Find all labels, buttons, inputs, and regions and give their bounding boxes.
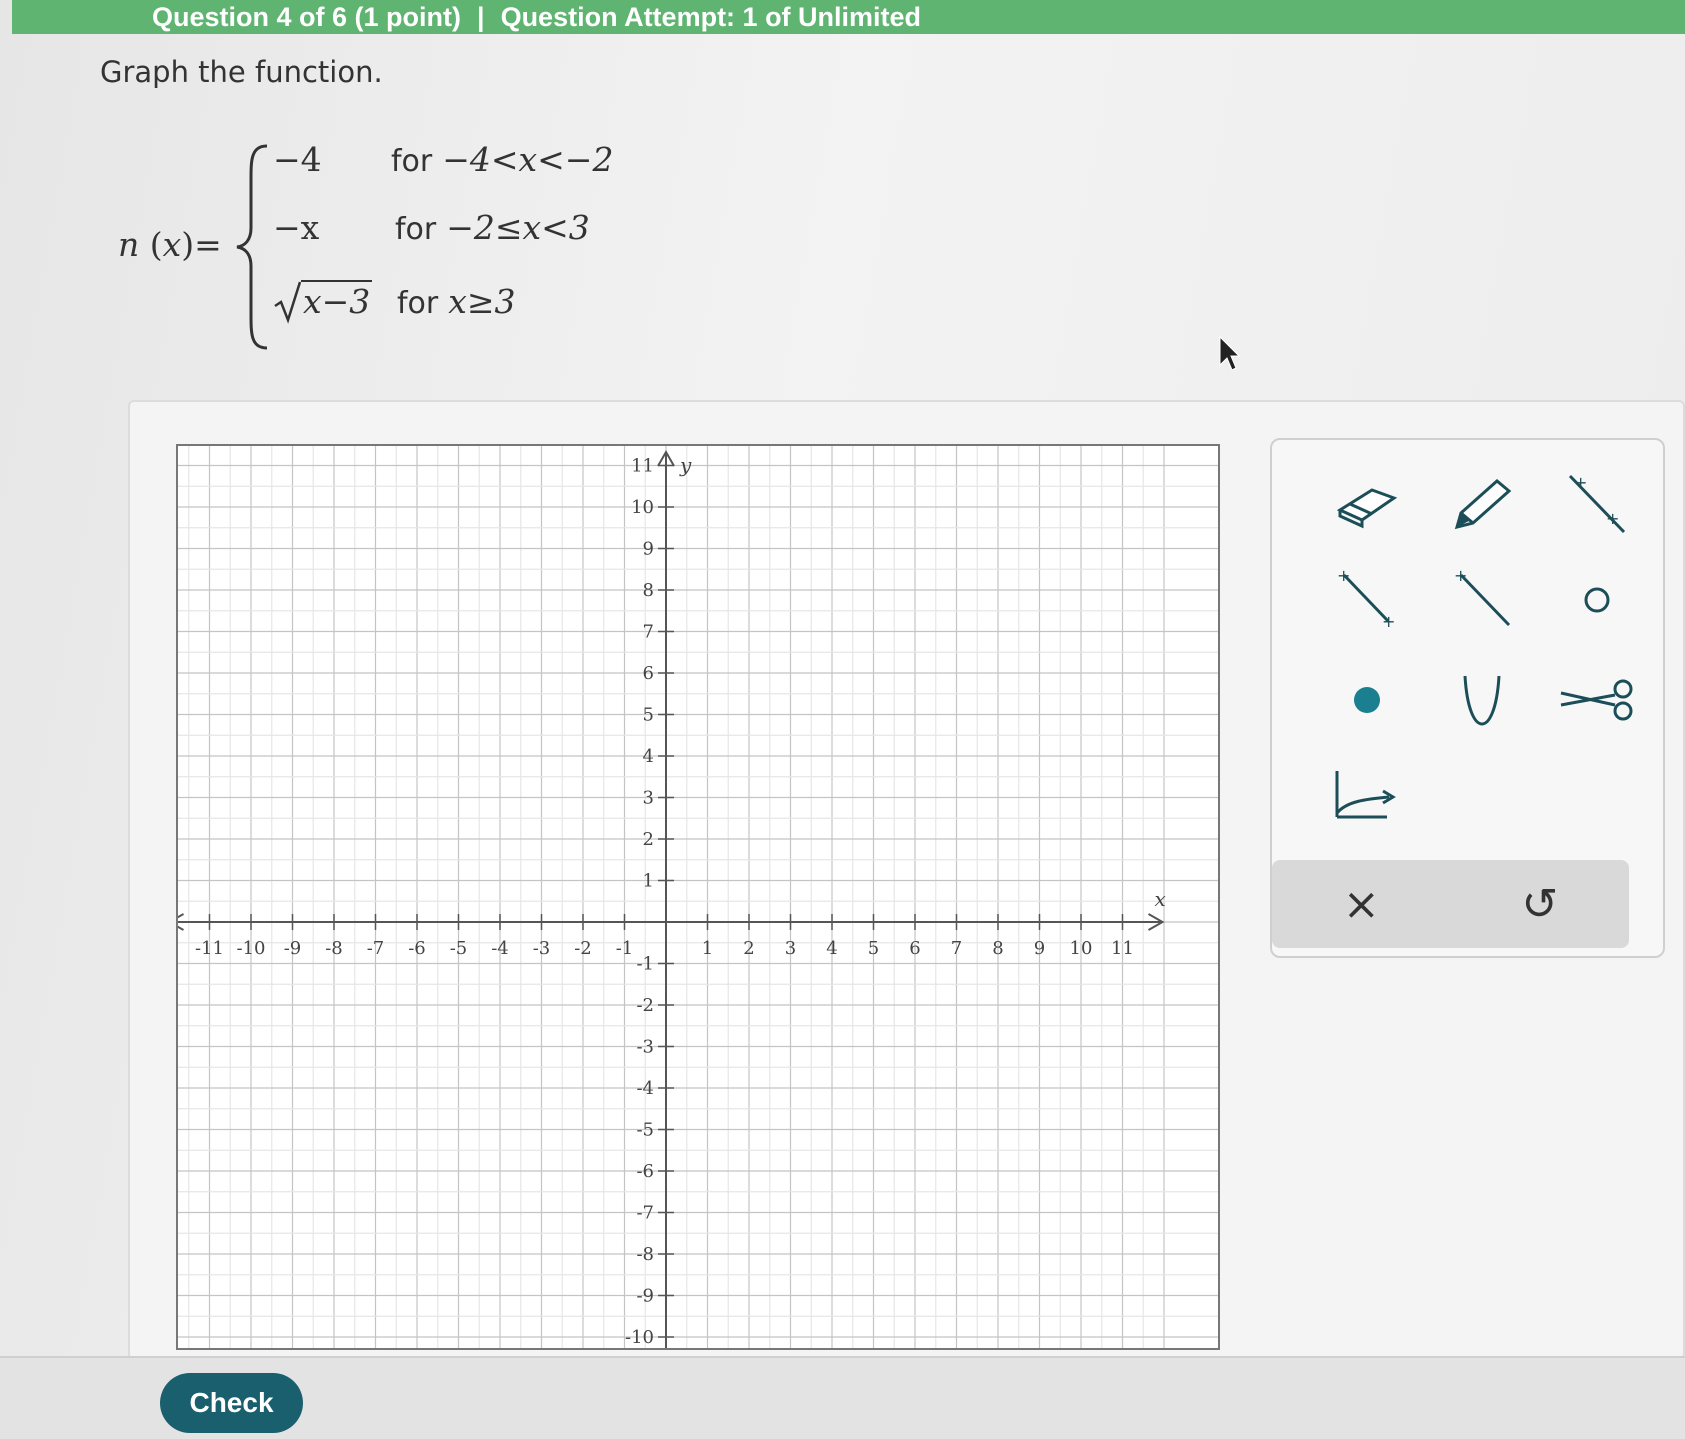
x-tick-label: -1 (616, 938, 634, 959)
scissors-tool[interactable] (1542, 655, 1652, 745)
instruction-text: Graph the function. (100, 55, 383, 89)
piece-3-condition: x≥3 (448, 282, 516, 321)
x-tick-label: 9 (1034, 938, 1045, 959)
toolbox-actions: × ↺ (1272, 860, 1629, 948)
brace-icon (236, 144, 268, 350)
y-tick-label: 11 (631, 456, 654, 477)
open-circle-icon (1584, 587, 1610, 613)
line-tool[interactable]: + + (1542, 460, 1652, 550)
x-tick-label: -5 (450, 938, 468, 959)
x-tick-label: -8 (325, 938, 343, 959)
closed-point-tool[interactable] (1312, 655, 1422, 745)
open-point-tool[interactable] (1542, 555, 1652, 645)
check-button[interactable]: Check (160, 1373, 303, 1433)
sqrt-icon (274, 281, 302, 324)
x-tick-label: -7 (367, 938, 385, 959)
y-tick-label: -1 (636, 954, 654, 975)
coordinate-plane[interactable]: -11 -10 -9 -8 -7 -6 -5 -4 -3 -2 -1 1 2 3 4 5 6 7 8 9 10 11 11 1… (167, 444, 1220, 1350)
x-tick-label: 6 (909, 938, 920, 959)
x-axis-label: x (1155, 887, 1166, 911)
x-tick-label: -3 (533, 938, 551, 959)
clear-button[interactable]: × (1301, 864, 1421, 944)
scissors-icon (1560, 679, 1633, 721)
y-tick-label: 4 (643, 746, 654, 767)
segment-tool[interactable]: + + (1312, 555, 1422, 645)
question-header: Question 4 of 6 (1 point) | Question Att… (12, 0, 1685, 34)
eraser-icon (1336, 488, 1398, 529)
x-tick-label: 5 (868, 938, 879, 959)
y-tick-label: -6 (636, 1161, 654, 1182)
x-tick-label: 1 (702, 938, 713, 959)
pencil-icon (1454, 479, 1512, 530)
x-tick-label: -4 (491, 938, 509, 959)
x-tick-label: 11 (1111, 938, 1134, 959)
y-tick-label: -3 (636, 1037, 654, 1058)
pencil-tool[interactable] (1427, 460, 1537, 550)
graph-canvas[interactable]: -11 -10 -9 -8 -7 -6 -5 -4 -3 -2 -1 1 2 3 4 5 6 7 8 9 10 11111… (167, 446, 1218, 1348)
sqrt-curve-tool[interactable] (1312, 750, 1422, 840)
svg-text:+: + (1382, 612, 1395, 631)
piece-2-expression: −x (273, 208, 320, 247)
x-tick-label: 7 (951, 938, 962, 959)
curve-icon (1463, 675, 1501, 726)
svg-text:+: + (1574, 473, 1587, 492)
piece-2-condition: −2≤x<3 (446, 208, 590, 247)
svg-text:+: + (1337, 566, 1350, 585)
piece-1-condition: −4<x<−2 (442, 140, 614, 179)
mouse-cursor-icon (1219, 335, 1240, 371)
y-tick-label: 5 (643, 705, 654, 726)
question-attempt: Question Attempt: 1 of Unlimited (500, 1, 922, 32)
y-tick-label: -7 (636, 1203, 654, 1224)
segment-icon: + + (1337, 566, 1395, 631)
y-tick-label: 3 (643, 788, 654, 809)
y-tick-label: -2 (636, 995, 654, 1016)
closed-circle-icon (1354, 687, 1380, 713)
y-tick-label: 1 (643, 871, 654, 892)
y-tick-label: -10 (625, 1327, 654, 1348)
piece-1-expression: −4 (273, 140, 322, 179)
question-number: Question 4 of 6 (1 point) (152, 1, 461, 32)
x-tick-label: 10 (1070, 938, 1093, 959)
svg-text:+: + (1454, 566, 1467, 585)
x-tick-label: -10 (237, 938, 266, 959)
function-lhs: n (x)= (118, 225, 222, 264)
undo-button[interactable]: ↺ (1480, 864, 1600, 944)
x-tick-label: -11 (195, 938, 224, 959)
y-tick-label: -4 (636, 1078, 654, 1099)
svg-text:+: + (1606, 509, 1619, 528)
y-axis-label: y (679, 453, 692, 477)
curve-tool[interactable] (1427, 655, 1537, 745)
x-tick-label: 8 (992, 938, 1003, 959)
x-tick-label: -2 (574, 938, 592, 959)
x-tick-label: 2 (743, 938, 754, 959)
y-tick-label: 9 (643, 539, 654, 560)
y-tick-label: 6 (643, 663, 654, 684)
y-tick-label: 2 (643, 829, 654, 850)
piecewise-formula: n (x)= −4 for −4<x<−2 −x for −2≤x<3 x−3 fo… (118, 140, 678, 355)
header-separator: | (477, 1, 485, 32)
line-icon: + + (1568, 473, 1626, 534)
y-tick-label: -5 (636, 1120, 654, 1141)
x-tick-label: -6 (408, 938, 426, 959)
y-tick-label: -8 (636, 1244, 654, 1265)
ray-icon: + (1454, 566, 1511, 627)
x-tick-label: -9 (284, 938, 302, 959)
y-tick-label: 8 (643, 580, 654, 601)
x-tick-label: 4 (826, 938, 837, 959)
sqrt-curve-icon (1335, 771, 1396, 819)
piece-3-expression: x−3 (273, 280, 373, 324)
eraser-tool[interactable] (1312, 460, 1422, 550)
x-tick-label: 3 (785, 938, 796, 959)
y-tick-label: -9 (636, 1286, 654, 1307)
ray-tool[interactable]: + (1427, 555, 1537, 645)
y-tick-label: 7 (643, 622, 654, 643)
y-tick-label: 10 (631, 497, 654, 518)
